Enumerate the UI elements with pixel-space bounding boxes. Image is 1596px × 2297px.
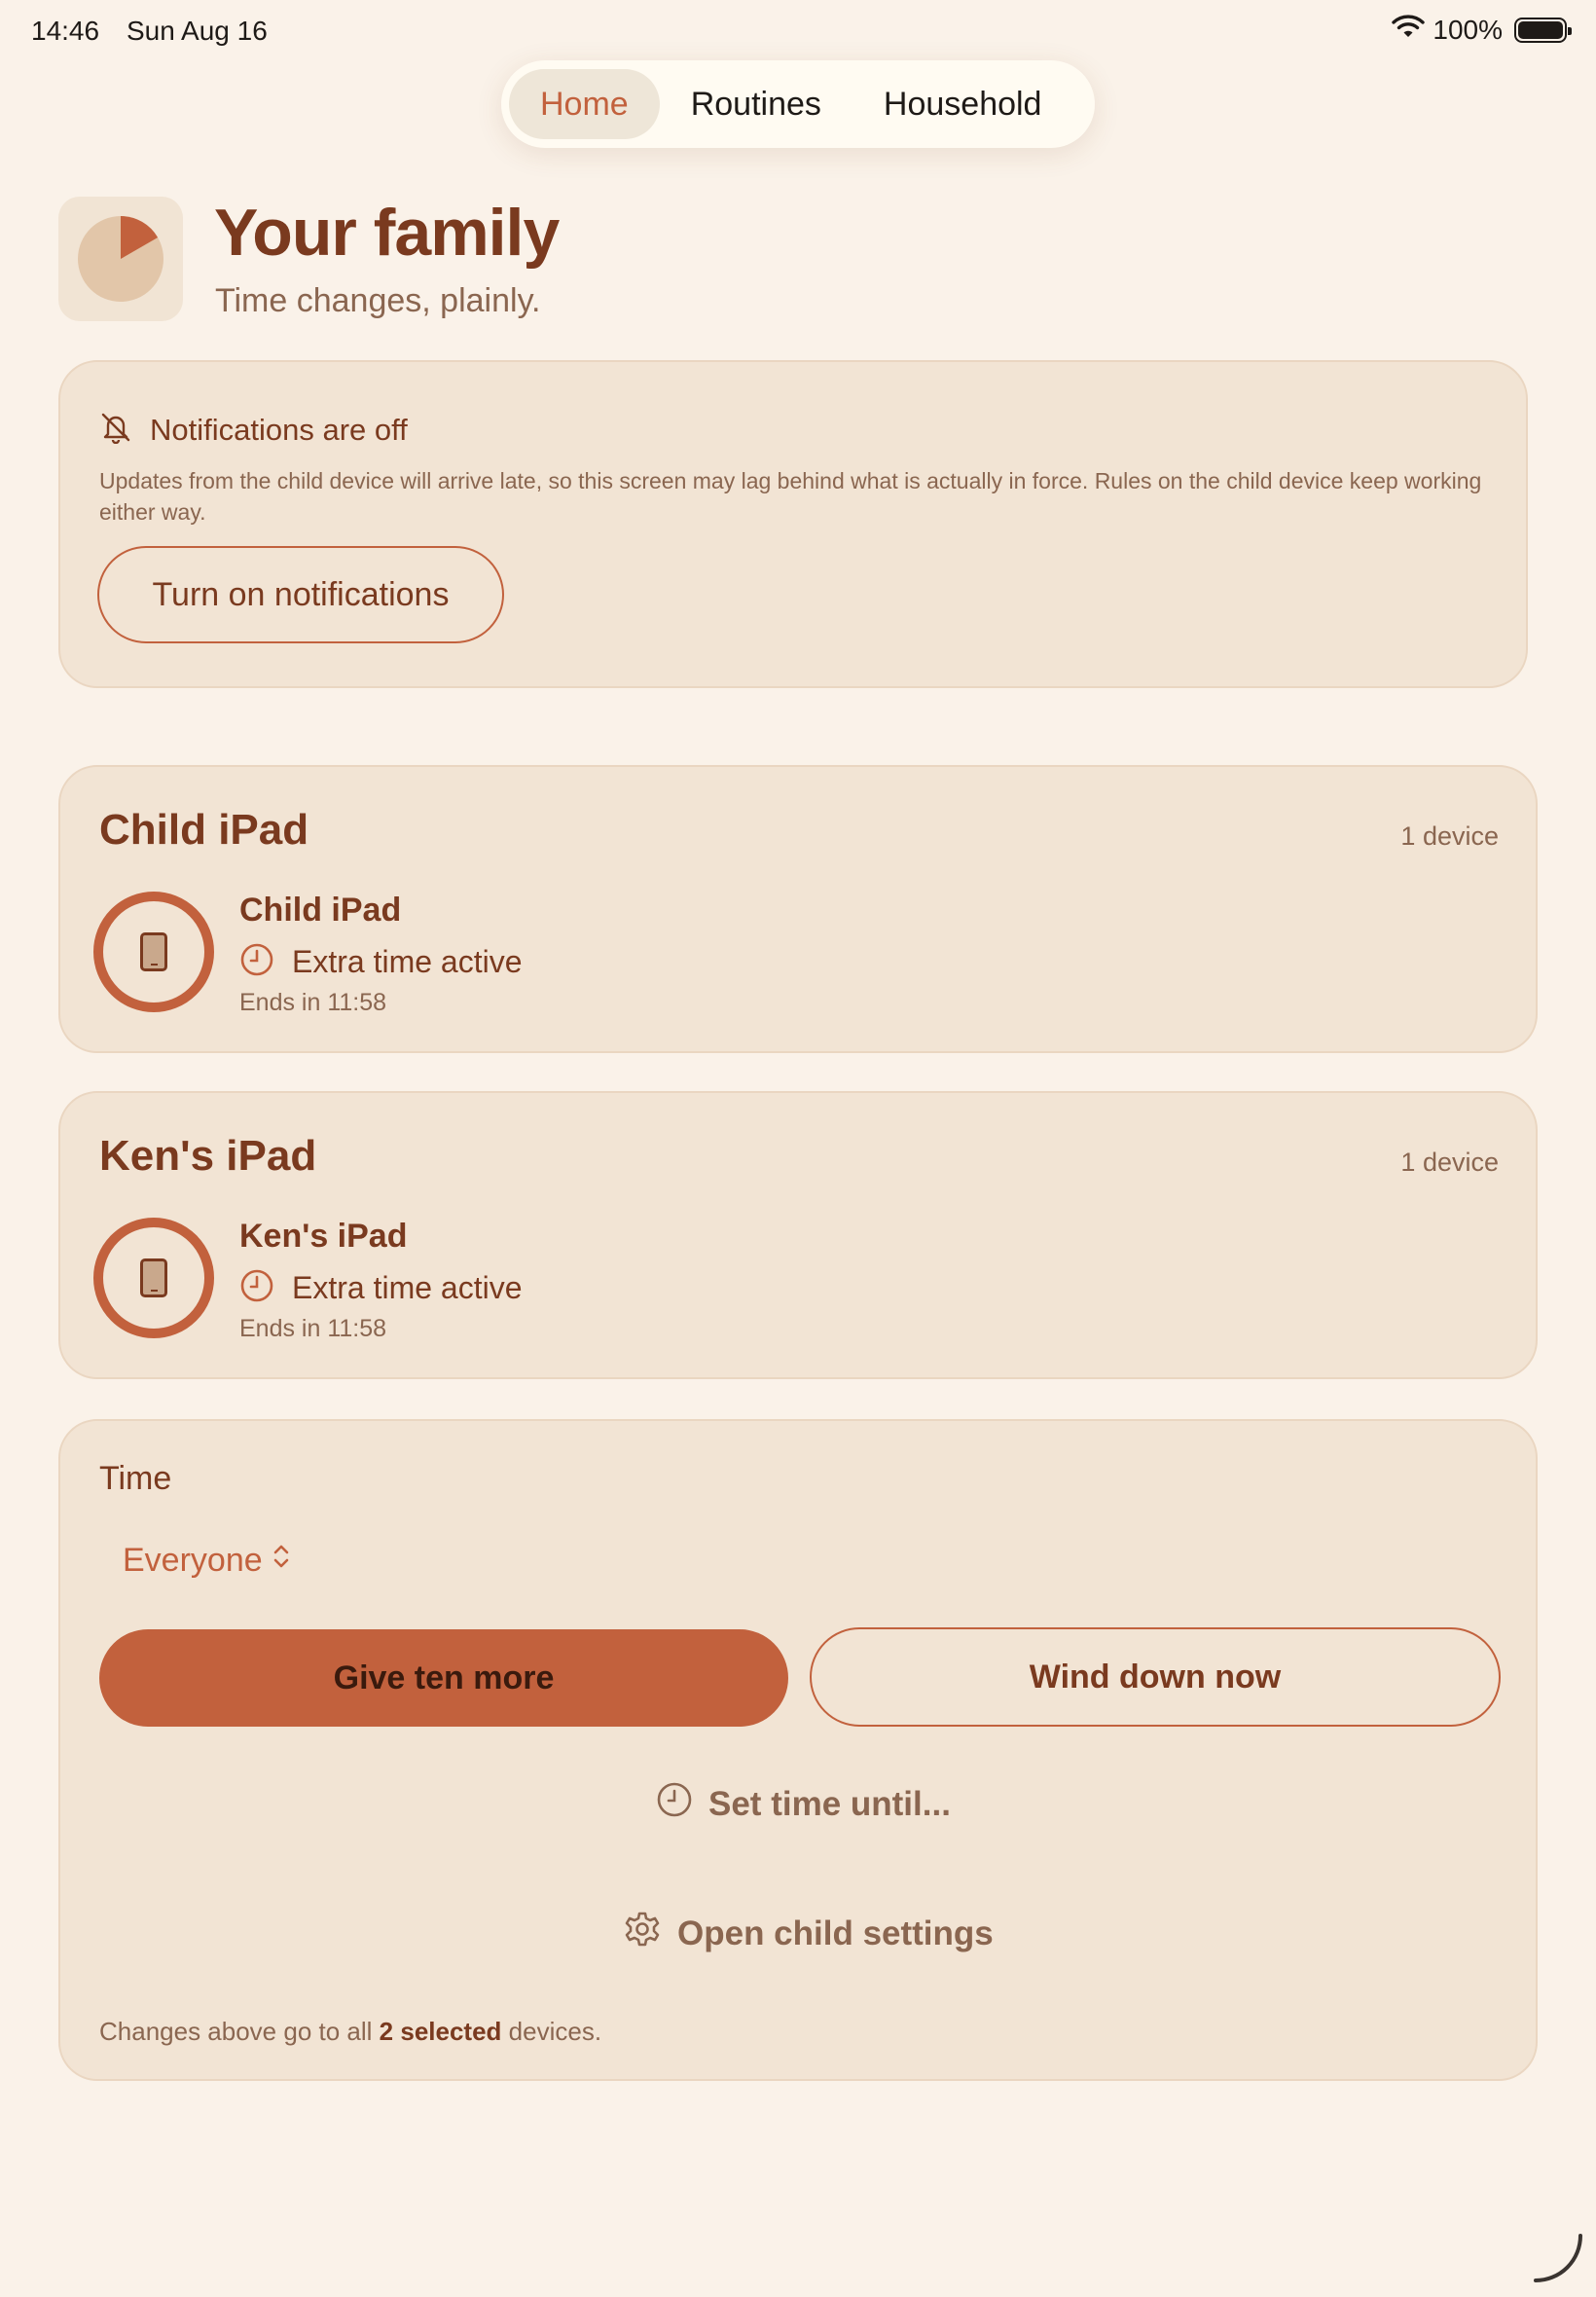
notifications-body: Updates from the child device will arriv… bbox=[99, 468, 1482, 525]
tab-home[interactable]: Home bbox=[509, 69, 660, 139]
chevron-updown-icon bbox=[271, 1542, 292, 1580]
open-child-settings-button[interactable]: Open child settings bbox=[623, 1910, 994, 1957]
wind-down-now-button[interactable]: Wind down now bbox=[810, 1627, 1501, 1727]
device-status-row: Extra time active bbox=[239, 1268, 523, 1308]
scope-value: Everyone bbox=[123, 1542, 263, 1579]
ends-label: Ends in bbox=[239, 989, 321, 1016]
status-right: 100% bbox=[1392, 14, 1572, 46]
turn-on-notifications-button[interactable]: Turn on notifications bbox=[97, 546, 504, 643]
time-panel: Time Everyone Give ten more Wind down no… bbox=[58, 1419, 1538, 2081]
app-pie-icon bbox=[58, 197, 183, 321]
device-name: Ken's iPad bbox=[239, 1218, 408, 1255]
device-ends: Ends in 11:58 bbox=[239, 989, 386, 1017]
device-ends: Ends in 11:58 bbox=[239, 1315, 386, 1343]
status-date: Sun Aug 16 bbox=[127, 16, 268, 46]
device-count: 1 device bbox=[1400, 821, 1499, 851]
device-group-card[interactable]: Child iPad 1 device Child iPad Extra tim… bbox=[58, 765, 1538, 1053]
device-ring bbox=[93, 1218, 214, 1338]
clock-icon bbox=[656, 1781, 693, 1827]
clock-icon bbox=[239, 1268, 274, 1308]
group-title: Ken's iPad bbox=[99, 1132, 317, 1180]
open-child-settings-label: Open child settings bbox=[677, 1914, 994, 1952]
tab-routines[interactable]: Routines bbox=[660, 69, 852, 139]
gear-icon bbox=[623, 1910, 662, 1957]
give-ten-more-button[interactable]: Give ten more bbox=[99, 1629, 788, 1727]
notifications-card: Notifications are off Updates from the c… bbox=[58, 360, 1528, 688]
battery-percent: 100% bbox=[1433, 14, 1503, 45]
notifications-title: Notifications are off bbox=[150, 412, 408, 447]
clock-icon bbox=[239, 942, 274, 982]
page-title: Your family bbox=[214, 196, 560, 270]
note-suffix: devices. bbox=[508, 2017, 602, 2046]
device-status-row: Extra time active bbox=[239, 942, 523, 982]
ends-label: Ends in bbox=[239, 1315, 321, 1342]
device-count: 1 device bbox=[1400, 1148, 1499, 1177]
tablet-icon bbox=[140, 1258, 167, 1297]
set-time-until-label: Set time until... bbox=[708, 1784, 951, 1823]
status-bar: 14:46 Sun Aug 16 100% bbox=[0, 0, 1596, 62]
note-prefix: Changes above go to all bbox=[99, 2017, 373, 2046]
note-count: 2 selected bbox=[379, 2017, 502, 2046]
set-time-until-button[interactable]: Set time until... bbox=[656, 1781, 951, 1827]
resize-corner-icon bbox=[1528, 2228, 1586, 2291]
device-group-card[interactable]: Ken's iPad 1 device Ken's iPad Extra tim… bbox=[58, 1091, 1538, 1379]
device-status: Extra time active bbox=[292, 944, 523, 979]
page-subtitle: Time changes, plainly. bbox=[215, 282, 541, 319]
selection-note: Changes above go to all 2 selected devic… bbox=[99, 2017, 601, 2047]
tab-household[interactable]: Household bbox=[852, 69, 1073, 139]
device-ring bbox=[93, 892, 214, 1012]
device-name: Child iPad bbox=[239, 892, 402, 929]
group-title: Child iPad bbox=[99, 806, 309, 854]
battery-icon bbox=[1514, 17, 1572, 43]
tablet-icon bbox=[140, 932, 167, 971]
time-title: Time bbox=[99, 1460, 172, 1497]
status-time: 14:46 bbox=[31, 16, 100, 46]
scope-select[interactable]: Everyone bbox=[123, 1542, 292, 1580]
notifications-title-row: Notifications are off bbox=[99, 411, 408, 449]
device-status: Extra time active bbox=[292, 1270, 523, 1305]
wifi-icon bbox=[1392, 14, 1426, 46]
tab-bar: Home Routines Household bbox=[501, 60, 1095, 148]
ends-time: 11:58 bbox=[327, 1315, 387, 1342]
bell-slash-icon bbox=[99, 411, 132, 449]
ends-time: 11:58 bbox=[327, 989, 387, 1016]
